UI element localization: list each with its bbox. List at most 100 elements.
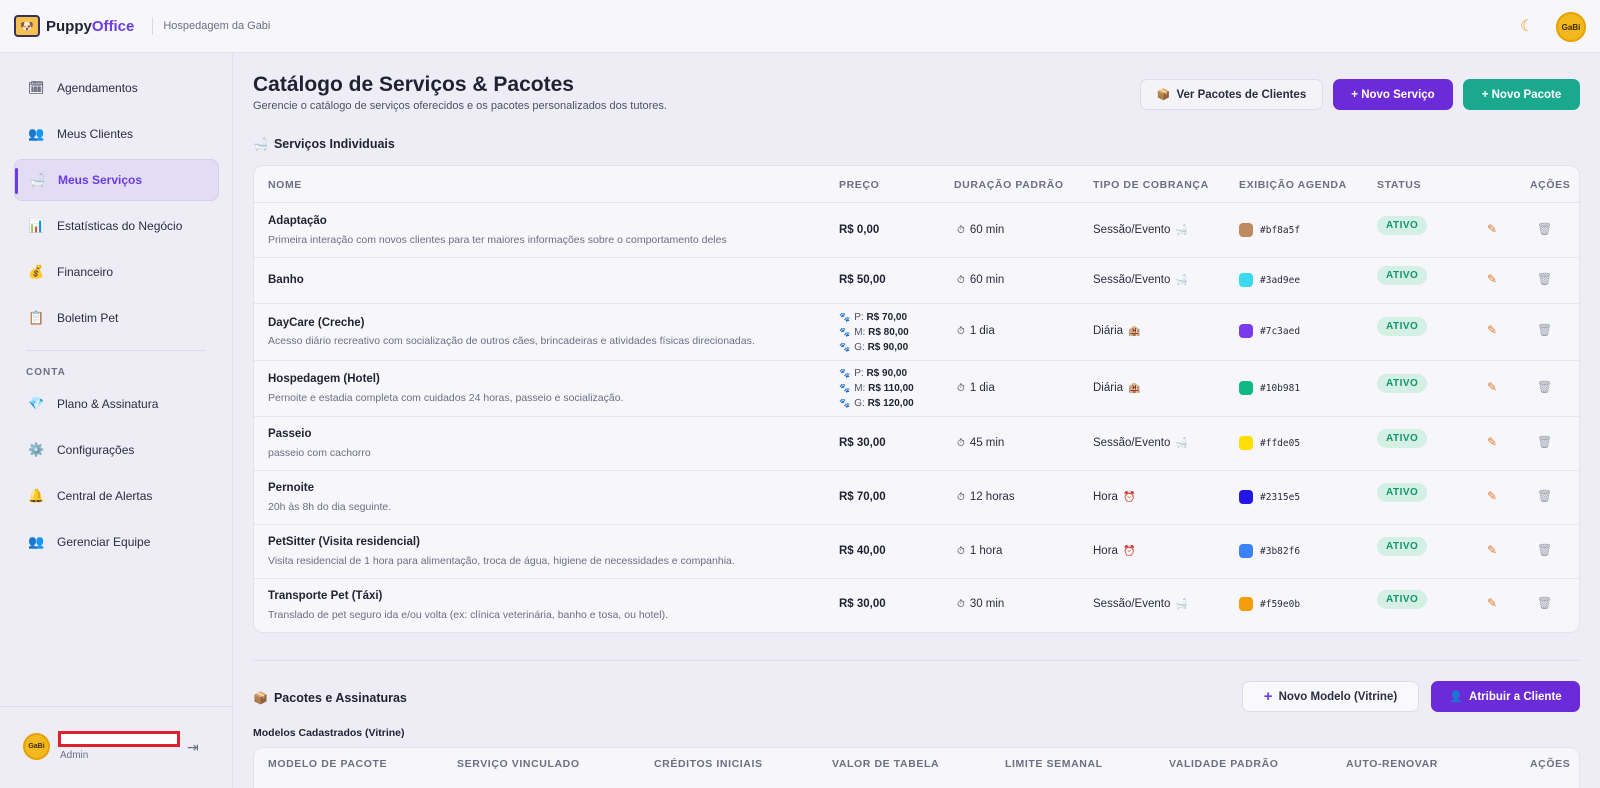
trash-icon[interactable]: 🗑 [1537, 596, 1552, 610]
table-row[interactable]: Transporte Pet (Táxi) Translado de pet s… [254, 579, 1579, 632]
clipboard-icon: 📋 [28, 310, 45, 325]
billing-type: Sessão/Evento 🛁 [1093, 598, 1188, 610]
table-row[interactable]: Adaptação Primeira interação com novos c… [254, 203, 1579, 258]
trash-icon[interactable]: 🗑 [1537, 222, 1552, 236]
sidebar-item-equipe[interactable]: 👥 Gerenciar Equipe [14, 521, 219, 563]
column-header-model[interactable]: MODELO DE PACOTE [268, 758, 387, 770]
paw-icon: 🐾 [839, 368, 851, 378]
duration-value: 1 hora [969, 545, 1003, 557]
column-header-billing[interactable]: TIPO DE COBRANÇA [1093, 179, 1209, 191]
brand[interactable]: 🐶 PuppyOffice Hospedagem da Gabi [14, 15, 270, 37]
service-description: Primeira interação com novos clientes pa… [268, 234, 727, 246]
service-description: Translado de pet seguro ida e/ou volta (… [268, 609, 669, 621]
tiered-prices: 🐾 P: R$ 90,00 🐾 M: R$ 110,00 🐾 G: R$ 120,00 [839, 366, 914, 411]
sidebar-item-financeiro[interactable]: 💰 Financeiro [14, 251, 219, 293]
page-subtitle: Gerencie o catálogo de serviços oferecid… [253, 100, 667, 112]
agenda-color: #3b82f6 [1239, 544, 1300, 558]
status-badge: ATIVO [1377, 429, 1428, 448]
tier-price: 🐾 P: R$ 90,00 [839, 366, 914, 381]
service-duration: ⏱ 1 dia [957, 382, 995, 394]
new-model-button[interactable]: + Novo Modelo (Vitrine) [1242, 681, 1419, 712]
sidebar-item-label: Central de Alertas [57, 489, 153, 503]
status-label: ATIVO [1377, 590, 1428, 609]
edit-icon[interactable]: ✎ [1487, 543, 1497, 557]
status-badge: ATIVO [1377, 483, 1428, 502]
gear-icon: ⚙️ [28, 442, 45, 457]
view-client-packages-button[interactable]: 📦 Ver Pacotes de Clientes [1140, 79, 1323, 110]
service-name: Pernoite [268, 482, 315, 494]
color-hex: #3ad9ee [1260, 274, 1301, 286]
color-hex: #7c3aed [1260, 325, 1301, 337]
brand-separator [152, 17, 154, 35]
column-header-validity[interactable]: VALIDADE PADRÃO [1169, 758, 1279, 770]
status-badge: ATIVO [1377, 374, 1428, 393]
color-swatch [1239, 544, 1253, 558]
trash-icon[interactable]: 🗑 [1537, 489, 1552, 503]
billing-type: Sessão/Evento 🛁 [1093, 224, 1188, 236]
sidebar-item-configuracoes[interactable]: ⚙️ Configurações [14, 429, 219, 471]
column-header-table-value[interactable]: VALOR DE TABELA [832, 758, 939, 770]
sidebar-item-clientes[interactable]: 👥 Meus Clientes [14, 113, 219, 155]
sidebar-item-plano[interactable]: 💎 Plano & Assinatura [14, 383, 219, 425]
new-package-button[interactable]: + Novo Pacote [1463, 79, 1580, 110]
billing-label: Sessão/Evento [1093, 274, 1171, 286]
edit-icon[interactable]: ✎ [1487, 222, 1497, 236]
table-row[interactable]: Pernoite 20h às 8h do dia seguinte. R$ 7… [254, 471, 1579, 525]
calendar-icon: 🗓 [28, 80, 45, 95]
column-header-weekly-limit[interactable]: LIMITE SEMANAL [1005, 758, 1103, 770]
trash-icon[interactable]: 🗑 [1537, 323, 1552, 337]
trash-icon[interactable]: 🗑 [1537, 272, 1552, 286]
status-label: ATIVO [1377, 483, 1428, 502]
edit-icon[interactable]: ✎ [1487, 380, 1497, 394]
table-row[interactable]: Hospedagem (Hotel) Pernoite e estadia co… [254, 361, 1579, 417]
duration-value: 60 min [969, 224, 1005, 236]
tier-price: 🐾 M: R$ 80,00 [839, 325, 909, 340]
edit-icon[interactable]: ✎ [1487, 272, 1497, 286]
column-header-name[interactable]: NOME [268, 179, 302, 191]
service-name: Banho [268, 274, 304, 286]
billing-label: Diária [1093, 325, 1124, 337]
billing-type: Sessão/Evento 🛁 [1093, 274, 1188, 286]
duration-value: 1 dia [969, 382, 995, 394]
table-row[interactable]: Banho R$ 50,00 ⏱ 60 min Sessão/Evento 🛁 #3… [254, 258, 1579, 304]
avatar[interactable]: GaBi [1556, 12, 1586, 42]
service-duration: ⏱ 60 min [957, 274, 1004, 286]
edit-icon[interactable]: ✎ [1487, 596, 1497, 610]
column-header-auto-renew[interactable]: AUTO-RENOVAR [1346, 758, 1438, 770]
section-divider [253, 660, 1580, 661]
money-bag-icon: 💰 [28, 264, 45, 279]
assign-client-button[interactable]: 👤 Atribuir a Cliente [1431, 681, 1580, 712]
sidebar-divider [26, 350, 206, 351]
service-duration: ⏱ 1 dia [957, 325, 995, 337]
color-swatch [1239, 324, 1253, 338]
logout-icon[interactable]: ⇥ [187, 739, 199, 756]
stopwatch-icon: ⏱ [957, 224, 965, 236]
page-title: Catálogo de Serviços & Pacotes [253, 73, 574, 96]
edit-icon[interactable]: ✎ [1487, 435, 1497, 449]
column-header-price[interactable]: PREÇO [839, 179, 879, 191]
status-badge: ATIVO [1377, 317, 1428, 336]
column-header-duration[interactable]: DURAÇÃO PADRÃO [954, 179, 1064, 191]
new-service-button[interactable]: + Novo Serviço [1333, 79, 1453, 110]
sidebar-item-alertas[interactable]: 🔔 Central de Alertas [14, 475, 219, 517]
user-avatar[interactable]: GaBi [23, 733, 50, 760]
column-header-linked-service[interactable]: SERVIÇO VINCULADO [457, 758, 580, 770]
trash-icon[interactable]: 🗑 [1537, 380, 1552, 394]
trash-icon[interactable]: 🗑 [1537, 543, 1552, 557]
sidebar-item-estatisticas[interactable]: 📊 Estatísticas do Negócio [14, 205, 219, 247]
edit-icon[interactable]: ✎ [1487, 323, 1497, 337]
table-row[interactable]: PetSitter (Visita residencial) Visita re… [254, 525, 1579, 579]
sidebar-item-servicos[interactable]: 🛁 Meus Serviços [14, 159, 219, 201]
sidebar-item-agendamentos[interactable]: 🗓 Agendamentos [14, 67, 219, 109]
sidebar-item-boletim[interactable]: 📋 Boletim Pet [14, 297, 219, 339]
moon-icon[interactable]: ☾ [1520, 16, 1534, 36]
table-row[interactable]: DayCare (Creche) Acesso diário recreativ… [254, 304, 1579, 361]
edit-icon[interactable]: ✎ [1487, 489, 1497, 503]
column-header-initial-credits[interactable]: CRÉDITOS INICIAIS [654, 758, 763, 770]
column-header-status[interactable]: STATUS [1377, 179, 1421, 191]
column-header-agenda[interactable]: EXIBIÇÃO AGENDA [1239, 179, 1347, 191]
user-icon: 👤 [1449, 691, 1464, 703]
table-row[interactable]: Passeio passeio com cachorro R$ 30,00 ⏱ 4… [254, 417, 1579, 471]
team-icon: 👥 [28, 534, 45, 549]
trash-icon[interactable]: 🗑 [1537, 435, 1552, 449]
